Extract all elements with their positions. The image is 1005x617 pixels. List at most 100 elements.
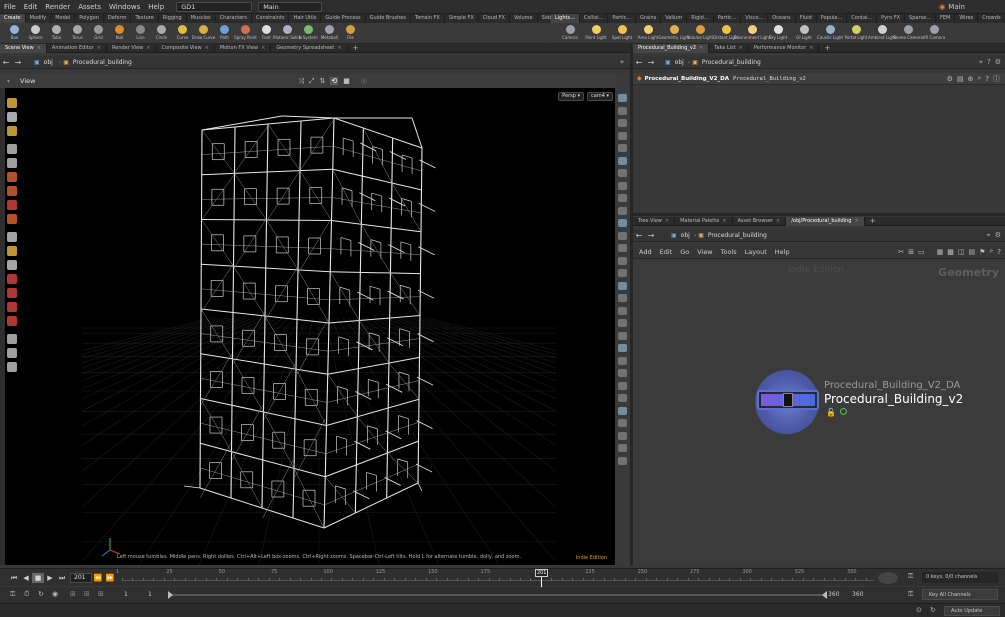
display-option-icon[interactable] xyxy=(618,219,627,227)
close-icon[interactable]: × xyxy=(337,45,341,51)
range-start-1[interactable]: 1 xyxy=(124,591,128,598)
display-option-icon[interactable] xyxy=(618,344,627,352)
close-icon[interactable]: × xyxy=(261,45,265,51)
magnet-icon-2[interactable] xyxy=(7,316,17,326)
pin-icon[interactable]: ⌖ xyxy=(620,58,624,67)
shelf-tool-null[interactable]: Null xyxy=(109,23,130,44)
status-refresh-icon[interactable]: ↻ xyxy=(930,606,936,614)
display-option-icon[interactable] xyxy=(618,206,627,215)
list-view-icon[interactable]: ▤ xyxy=(968,248,975,256)
context-select[interactable]: Main xyxy=(258,1,323,12)
auto-update-button[interactable]: Auto Update xyxy=(944,606,1000,616)
display-option-icon[interactable] xyxy=(618,119,627,127)
close-icon[interactable]: × xyxy=(205,45,209,51)
flag-icon[interactable]: ⚑ xyxy=(979,248,985,256)
display-option-icon[interactable] xyxy=(618,181,627,190)
range-slider-track[interactable] xyxy=(170,594,826,596)
tree-icon[interactable]: ⊞ xyxy=(908,248,914,256)
shelf-tool-sphere[interactable]: Sphere xyxy=(25,23,46,44)
net-menu-go[interactable]: Go xyxy=(680,248,689,256)
select-icon[interactable] xyxy=(7,98,17,108)
right-pane-tab-0[interactable]: Procedural_Building_v2 × xyxy=(633,43,710,53)
range-end-1[interactable]: 360 xyxy=(828,591,839,598)
range-icon-a[interactable]: ⊞ xyxy=(70,590,76,598)
display-option-icon[interactable] xyxy=(618,194,627,202)
scrub-dial[interactable] xyxy=(878,572,898,584)
current-frame-field[interactable]: 201 xyxy=(70,572,92,583)
close-icon[interactable]: × xyxy=(809,45,813,51)
range-start-2[interactable]: 1 xyxy=(148,591,152,598)
pane-tab-3[interactable]: Composite View × xyxy=(156,43,215,53)
param-node-name[interactable]: Procedural_Building_v2 xyxy=(733,76,806,82)
shelf-tool-caustic-light[interactable]: Caustic Light xyxy=(817,23,843,44)
param-back-arrow-icon[interactable]: ← xyxy=(633,58,645,67)
display-option-icon[interactable] xyxy=(618,256,627,265)
net-forward-arrow-icon[interactable]: → xyxy=(645,231,657,240)
param-forward-arrow-icon[interactable]: → xyxy=(645,58,657,67)
network-editor[interactable]: Indie Edition Geometry Procedural_Buildi… xyxy=(633,260,1005,565)
net-path-node[interactable]: Procedural_building xyxy=(704,232,771,239)
render-icon[interactable] xyxy=(7,246,17,256)
rotate-icon[interactable] xyxy=(7,126,17,136)
desktop-select[interactable]: GD1 xyxy=(176,1,253,12)
status-cache-icon[interactable]: ⊙ xyxy=(916,606,922,614)
display-option-icon[interactable] xyxy=(618,294,627,302)
close-icon[interactable]: × xyxy=(665,218,669,224)
display-option-icon[interactable] xyxy=(618,231,627,240)
shelf-tool-line[interactable]: Line xyxy=(130,23,151,44)
pose-icon[interactable] xyxy=(7,144,17,154)
dolly-icon[interactable]: ⇅ xyxy=(320,77,326,85)
pan-icon[interactable]: ⤢ xyxy=(309,77,315,86)
display-option-icon[interactable] xyxy=(618,106,627,115)
right-context[interactable]: ◉ Main xyxy=(939,3,965,11)
jump-start-icon[interactable]: ⏮ xyxy=(8,573,20,583)
layout-grid-icon[interactable]: ▦ xyxy=(937,248,944,256)
close-icon[interactable]: × xyxy=(699,45,703,51)
display-option-icon[interactable] xyxy=(618,156,627,165)
shelf-tab-12[interactable]: Guide Brushes xyxy=(366,14,411,23)
magnet-icon[interactable] xyxy=(7,214,17,224)
param-path-node[interactable]: Procedural_building xyxy=(698,59,765,66)
display-option-icon[interactable] xyxy=(618,131,627,140)
snap-icon[interactable] xyxy=(7,260,17,270)
snapshot-icon[interactable]: ◎ xyxy=(361,77,367,85)
close-icon[interactable]: × xyxy=(97,45,101,51)
tumble-icon[interactable]: ⤨ xyxy=(298,77,304,86)
param-help-icon[interactable]: ? xyxy=(987,58,991,66)
shelf-tool-point-light[interactable]: Point Light xyxy=(583,23,609,44)
shelf-tool-circle[interactable]: Circle xyxy=(151,23,172,44)
shelf-tab-14[interactable]: Simple FX xyxy=(445,14,479,23)
display-option-icon[interactable] xyxy=(618,319,627,327)
move-icon[interactable] xyxy=(7,112,17,122)
net-menu-edit[interactable]: Edit xyxy=(660,248,673,256)
display-option-icon[interactable] xyxy=(618,444,627,452)
display-option-icon[interactable] xyxy=(618,456,627,465)
viewport-menu-icon[interactable]: ▾ xyxy=(7,78,10,85)
timeline-ruler[interactable]: 1 25 50 75 100 125 150 175 201 225 250 275 300 325 350 xyxy=(116,569,874,587)
menu-edit[interactable]: Edit xyxy=(20,0,42,14)
menu-windows[interactable]: Windows xyxy=(105,0,144,14)
procedural-building-node[interactable] xyxy=(757,390,819,410)
range-end-2[interactable]: 360 xyxy=(852,591,863,598)
shelf-tool-spray-paint[interactable]: Spray Paint xyxy=(234,23,257,44)
layer-icon[interactable] xyxy=(7,362,17,372)
scene-viewport[interactable] xyxy=(82,88,556,565)
paint-icon[interactable] xyxy=(7,200,17,210)
display-option-icon[interactable] xyxy=(618,94,627,102)
close-icon[interactable]: × xyxy=(722,218,726,224)
shelf-tool-torus[interactable]: Torus xyxy=(67,23,88,44)
display-option-icon[interactable] xyxy=(618,431,627,440)
shelf-tool-portal-light[interactable]: Portal Light xyxy=(843,23,869,44)
display-option-icon[interactable] xyxy=(618,381,627,390)
light-icon[interactable] xyxy=(7,348,17,358)
scale-icon[interactable] xyxy=(7,172,17,182)
cut-icon[interactable] xyxy=(7,288,17,298)
right-pane-tab-2[interactable]: Performance Monitor × xyxy=(749,43,820,53)
back-arrow-icon[interactable]: ← xyxy=(0,58,12,67)
network-tab-2[interactable]: Asset Browser × xyxy=(733,216,787,226)
close-icon[interactable]: × xyxy=(854,218,858,224)
magnet-snap-icon[interactable] xyxy=(7,302,17,312)
net-back-arrow-icon[interactable]: ← xyxy=(633,231,645,240)
lasso-icon[interactable] xyxy=(7,274,17,284)
display-option-icon[interactable] xyxy=(618,419,627,427)
